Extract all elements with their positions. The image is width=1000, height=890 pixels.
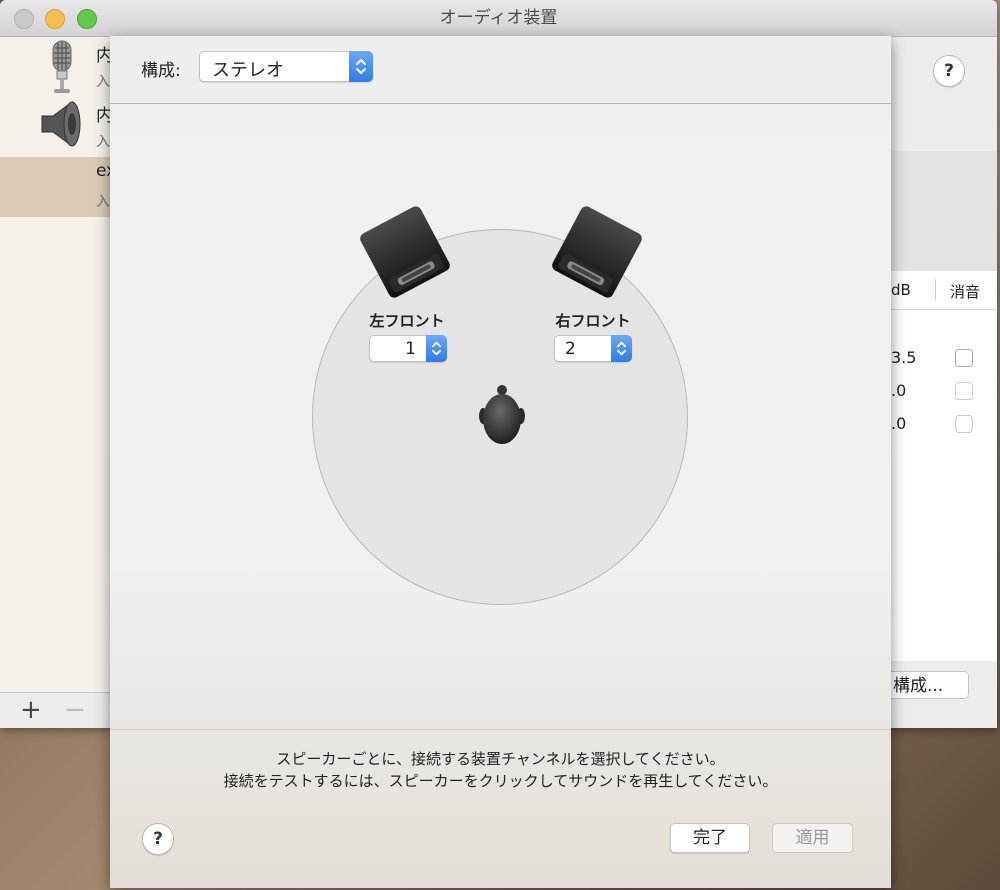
device-channels: 入 [96, 134, 110, 150]
right-front-channel-popup[interactable]: 2 [554, 335, 632, 362]
chevron-updown-icon [349, 51, 373, 82]
microphone-icon [52, 40, 72, 93]
configure-speakers-button[interactable]: 構成... [891, 671, 969, 699]
left-front-channel-popup[interactable]: 1 [369, 335, 447, 362]
sheet-header: 構成: ステレオ [110, 36, 891, 104]
configure-speakers-sheet: 構成: ステレオ 左フロント 1 右フロント 2 スピーカーごとに、接続する装置… [110, 36, 891, 888]
db-value: .0 [891, 381, 907, 400]
add-device-button[interactable]: + [20, 695, 42, 725]
device-channels: 入 [96, 74, 110, 90]
right-front-label: 右フロント [555, 312, 631, 330]
configuration-value: ステレオ [212, 60, 284, 81]
chevron-updown-icon [611, 335, 632, 362]
sheet-help-button[interactable]: ? [142, 823, 174, 855]
instruction-text-line1: スピーカーごとに、接続する装置チャンネルを選択してください。 [276, 750, 725, 768]
apply-button[interactable]: 適用 [772, 823, 853, 853]
column-db: dB [891, 281, 911, 299]
mute-checkbox[interactable] [955, 349, 973, 367]
left-front-channel-value: 1 [405, 339, 416, 359]
device-row-external[interactable]: ex 入 [0, 157, 116, 217]
left-front-label: 左フロント [369, 312, 445, 330]
db-value: .0 [891, 414, 907, 433]
device-list-toolbar: + − [0, 692, 110, 728]
chevron-updown-icon [426, 335, 447, 362]
device-detail-pane: ? dB 消音 3.5 .0 .0 構成... [891, 37, 997, 728]
remove-device-button[interactable]: − [64, 695, 86, 725]
device-list: 内 入 内 入 ex 入 [0, 37, 116, 692]
window-title: オーディオ装置 [439, 8, 558, 28]
device-row-speaker[interactable]: 内 入 [0, 97, 113, 157]
help-button[interactable]: ? [933, 55, 965, 87]
done-button[interactable]: 完了 [670, 823, 750, 853]
device-channels: 入 [96, 194, 110, 210]
right-front-channel-value: 2 [565, 339, 576, 359]
configuration-popup[interactable]: ステレオ [199, 51, 373, 82]
configuration-label: 構成: [141, 61, 181, 81]
mute-checkbox[interactable] [955, 382, 973, 400]
detail-header-band [891, 151, 997, 271]
mute-checkbox[interactable] [955, 415, 973, 433]
db-value: 3.5 [891, 348, 917, 367]
speaker-icon [41, 101, 81, 147]
instruction-text-line2: 接続をテストするには、スピーカーをクリックしてサウンドを再生してください。 [223, 772, 778, 790]
table-header: dB 消音 [891, 271, 997, 310]
close-button[interactable] [14, 9, 34, 29]
listener-head-icon [479, 385, 525, 444]
zoom-button[interactable] [77, 9, 97, 29]
channel-table: dB 消音 3.5 .0 .0 [891, 271, 997, 661]
device-row-microphone[interactable]: 内 入 [0, 37, 113, 97]
title-bar: オーディオ装置 [0, 0, 997, 37]
column-mute: 消音 [950, 283, 981, 301]
right-front-speaker-icon[interactable] [549, 202, 645, 302]
column-divider [935, 279, 936, 301]
left-front-speaker-icon[interactable] [357, 202, 453, 302]
minimize-button[interactable] [45, 9, 65, 29]
